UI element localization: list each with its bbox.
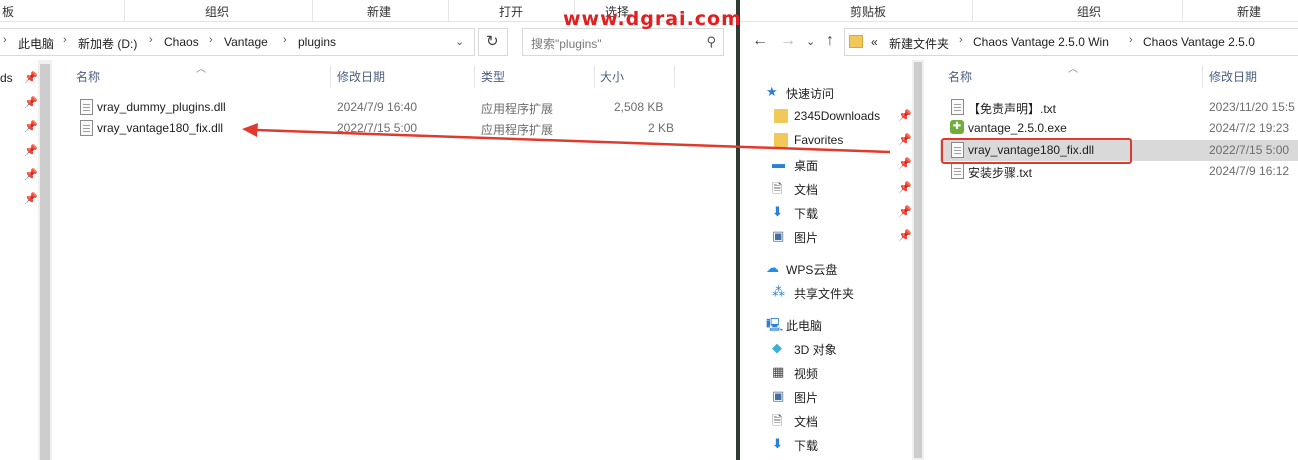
arrow-shaft: [255, 128, 891, 154]
drag-arrow: [242, 123, 891, 154]
arrow-head: [242, 123, 258, 137]
